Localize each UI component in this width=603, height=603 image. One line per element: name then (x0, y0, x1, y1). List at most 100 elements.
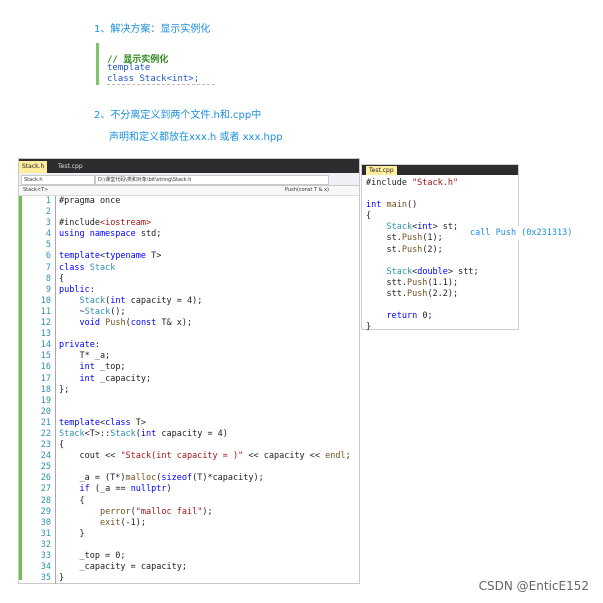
code-line: stt.Push(2.2); (362, 289, 518, 300)
code-text: exit(-1); (59, 518, 146, 529)
code-token: malloc (125, 473, 157, 484)
code-token: int (417, 222, 433, 233)
code-token: } (59, 573, 65, 584)
file-nav-bar: Stack.h D:\课堂代码\类和对象\bit\string\Stack.h (19, 173, 359, 186)
line-number: 28 (40, 495, 51, 506)
code-token: class (105, 417, 131, 428)
code-token: if (79, 484, 90, 495)
code-text: st.Push(2); (366, 244, 442, 256)
test-cpp-code[interactable]: #include "Stack.h" int main(){ Stack<int>… (362, 178, 518, 333)
code-token: > st; (432, 222, 459, 233)
code-line: 18}; (19, 384, 359, 396)
code-text: Stack<T>::Stack(int capacity = 4) (59, 429, 228, 440)
code-text: template<typename T> (59, 251, 161, 262)
line-number: 32 (40, 539, 51, 550)
code-line: 17 int _capacity; (19, 373, 359, 385)
tab-stack-h[interactable]: Stack.h (19, 161, 48, 173)
code-text: } (366, 322, 371, 333)
code-token: int (79, 362, 95, 373)
code-line: 21 template<class T> (19, 417, 359, 429)
code-token: #pragma once (59, 196, 121, 206)
code-line: 27 if (_a == nullptr) (19, 484, 359, 496)
code-token: << capacity << (243, 451, 326, 462)
fold-guide (55, 406, 62, 418)
code-token: #include (366, 178, 413, 188)
code-token: Push (406, 288, 428, 299)
code-token: Push (401, 244, 423, 255)
code-token: _capacity; (94, 373, 152, 384)
code-token: ) (166, 484, 172, 495)
code-text: } (59, 573, 64, 584)
tab-test-cpp-right[interactable]: Test.cpp (366, 166, 397, 175)
code-token: (T)*capacity); (192, 473, 264, 484)
fold-guide (55, 395, 62, 407)
code-text: { (366, 211, 371, 222)
line-number: 19 (40, 395, 51, 406)
line-number: 31 (40, 528, 51, 539)
code-line: #include "Stack.h" (362, 178, 518, 189)
code-line: stt.Push(1.1); (362, 278, 518, 289)
note-solution-2: 2、不分离定义到两个文件.h和.cpp中 (94, 110, 262, 121)
code-token: return (386, 311, 418, 322)
code-line: 10 Stack(int capacity = 4); (19, 295, 359, 307)
code-token: public (59, 284, 90, 295)
stack-h-editor-window: Stack.h Test.cpp Stack.h D:\课堂代码\类和对象\bi… (18, 158, 360, 585)
editor-tab-bar: Stack.h Test.cpp (19, 159, 359, 173)
code-text: cout << "Stack(int capacity = )" << capa… (59, 451, 350, 462)
stack-h-code[interactable]: 1 #pragma once 2 3 #include<iostream> 4 using … (19, 196, 359, 585)
code-text: { (59, 440, 64, 451)
file-selector[interactable]: Stack.h (21, 175, 95, 185)
code-token: Stack (110, 428, 136, 439)
code-token: Stack (386, 266, 413, 277)
code-text: stt.Push(2.2); (366, 289, 458, 300)
code-token: (1.1); (427, 277, 459, 288)
code-text: #include "Stack.h" (366, 178, 458, 189)
line-number: 22 (40, 428, 51, 439)
code-line: 31 } (19, 528, 359, 540)
code-token: _a = (T*) (59, 473, 126, 484)
code-line: 35} (19, 573, 359, 585)
line-number: 9 (45, 284, 51, 295)
code-token: "malloc fail" (135, 506, 203, 517)
line-number: 30 (40, 517, 51, 528)
code-token: main (386, 200, 407, 211)
code-line: 11 ~Stack(); (19, 306, 359, 319)
code-token: <T>:: (84, 428, 111, 439)
code-token: Stack (386, 222, 413, 233)
code-token: () (406, 200, 418, 211)
code-token: T> (146, 251, 162, 262)
code-text: public: (59, 285, 95, 296)
code-text: Stack<int> st; (366, 222, 458, 233)
code-token: int (140, 428, 157, 439)
explicit-instantiation-snippet: // 显示实例化 template class Stack<int>; (96, 43, 217, 85)
code-token: Stack (59, 428, 85, 439)
code-line: 12 void Push(const T& x); (19, 318, 359, 330)
code-line: 4 using namespace std; (19, 229, 359, 241)
code-line: { (362, 211, 518, 222)
editor-tab-bar-right: Test.cpp (362, 165, 518, 175)
snippet-divider (107, 84, 215, 85)
class-scope-selector[interactable]: Stack<T> (23, 186, 48, 194)
code-text: if (_a == nullptr) (59, 484, 172, 495)
code-line: 9 public: (19, 284, 359, 296)
line-number: 33 (40, 551, 51, 561)
member-scope-selector[interactable]: Push(const T & x) (285, 186, 329, 194)
code-text: int _top; (59, 362, 125, 373)
code-text: int main() (366, 200, 417, 211)
code-token: Push (406, 277, 428, 288)
code-token: st. (366, 233, 402, 244)
code-token: stt. (366, 288, 407, 299)
code-line: Stack<double> stt; (362, 267, 518, 278)
line-number: 17 (40, 373, 51, 384)
path-selector[interactable]: D:\课堂代码\类和对象\bit\string\Stack.h (95, 175, 329, 185)
code-token: }; (59, 384, 70, 395)
code-text: { (59, 496, 84, 507)
code-token: class (59, 262, 90, 273)
code-text: }; (59, 385, 69, 396)
tab-test-cpp[interactable]: Test.cpp (55, 161, 86, 173)
snippet-template: template (107, 63, 151, 73)
code-token: capacity = 4) (156, 428, 228, 439)
code-line: return 0; (362, 311, 518, 322)
note-solution-2-detail: 声明和定义都放在xxx.h 或者 xxx.hpp (109, 132, 283, 143)
